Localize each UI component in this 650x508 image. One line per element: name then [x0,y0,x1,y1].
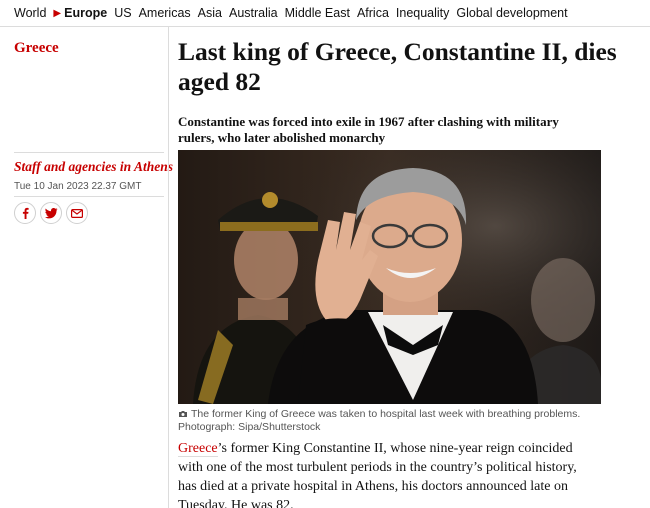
nav-item-us[interactable]: US [114,6,131,20]
nav-item-europe[interactable]: Europe [64,6,107,20]
body-text-rest: ’s former King Constantine II, whose nin… [178,441,577,508]
article-photo [178,150,601,404]
nav-item-asia[interactable]: Asia [198,6,222,20]
nav-item-inequality[interactable]: Inequality [396,6,450,20]
column-divider [168,27,169,508]
nav-item-australia[interactable]: Australia [229,6,278,20]
meta-divider [14,196,164,197]
headline: Last king of Greece, Constantine II, die… [178,37,617,96]
camera-icon [179,411,187,417]
photo-caption: The former King of Greece was taken to h… [178,408,598,434]
twitter-icon [44,207,57,218]
share-facebook-button[interactable] [14,202,36,224]
caption-text: The former King of Greece was taken to h… [178,408,581,433]
share-email-button[interactable] [66,202,88,224]
email-icon [71,208,83,218]
facebook-icon [22,207,29,219]
top-nav: World ▶ Europe US Americas Asia Australi… [0,0,650,27]
article-body: Greece’s former King Constantine II, who… [178,439,598,508]
nav-item-world[interactable]: World [14,6,46,20]
active-arrow-icon: ▶ [53,7,62,19]
meta-divider [14,152,164,153]
standfirst: Constantine was forced into exile in 196… [178,114,559,145]
photo-illustration [178,150,601,404]
dateline: Tue 10 Jan 2023 22.37 GMT [14,181,142,192]
nav-item-africa[interactable]: Africa [357,6,389,20]
nav-items: World ▶ Europe US Americas Asia Australi… [14,6,575,20]
section-label[interactable]: Greece [14,40,59,57]
body-link-greece[interactable]: Greece [178,441,218,457]
article-meta: Greece Staff and agencies in Athens Tue … [14,27,173,508]
byline[interactable]: Staff and agencies in Athens [14,159,173,175]
nav-item-americas[interactable]: Americas [139,6,191,20]
nav-item-global-development[interactable]: Global development [456,6,567,20]
nav-item-middle-east[interactable]: Middle East [285,6,350,20]
share-twitter-button[interactable] [40,202,62,224]
